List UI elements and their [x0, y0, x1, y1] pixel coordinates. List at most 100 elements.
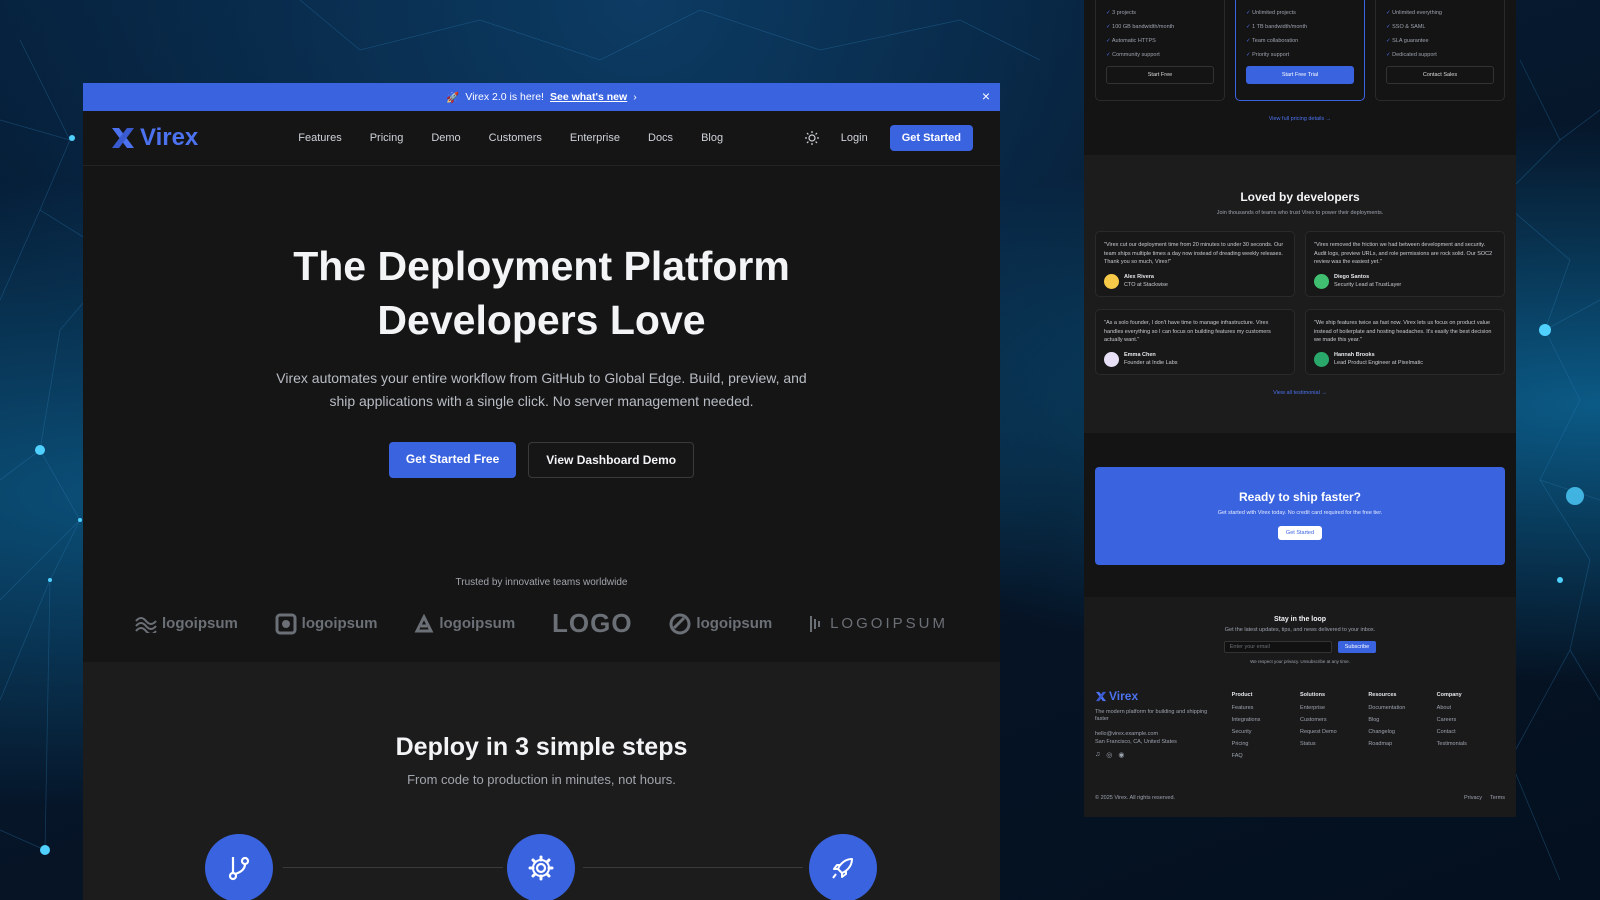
footer-link[interactable]: Integrations — [1232, 714, 1300, 726]
footer: Stay in the loop Get the latest updates,… — [1084, 597, 1516, 817]
privacy-link[interactable]: Privacy — [1464, 795, 1482, 801]
get-started-button[interactable]: Get Started — [889, 125, 973, 151]
nav-item-enterprise[interactable]: Enterprise — [570, 132, 620, 144]
landing-page-window: 🚀 Virex 2.0 is here! See what's new › × … — [83, 83, 1000, 900]
step-1-circle — [205, 834, 273, 900]
nav-item-docs[interactable]: Docs — [648, 132, 673, 144]
footer-link[interactable]: Contact — [1437, 726, 1505, 738]
sun-icon[interactable] — [804, 131, 819, 145]
footer-link[interactable]: Enterprise — [1300, 702, 1368, 714]
footer-link[interactable]: About — [1437, 702, 1505, 714]
footer-link[interactable]: Status — [1300, 738, 1368, 750]
avatar — [1314, 351, 1329, 367]
testimonial-quote: "Virex cut our deployment time from 20 m… — [1104, 242, 1284, 265]
footer-logo[interactable]: Virex — [1095, 689, 1232, 703]
nav-item-blog[interactable]: Blog — [701, 132, 723, 144]
nav-item-pricing[interactable]: Pricing — [370, 132, 404, 144]
logo[interactable]: Virex — [110, 124, 198, 152]
banner-link[interactable]: See what's new — [550, 91, 627, 103]
footer-link[interactable]: Features — [1232, 702, 1300, 714]
footer-column-title: Resources — [1368, 692, 1397, 698]
cta-get-started-button[interactable]: Get Started — [1277, 526, 1323, 540]
plan-feature: 1 TB bandwidth/month — [1246, 24, 1354, 30]
hero-buttons: Get Started Free View Dashboard Demo — [83, 442, 1000, 478]
partner-logo: logoipsum — [135, 615, 238, 633]
testimonial-card: "Virex cut our deployment time from 20 m… — [1095, 231, 1295, 297]
footer-link[interactable]: Documentation — [1368, 702, 1436, 714]
footer-link[interactable]: Testimonials — [1437, 738, 1505, 750]
cta-text: Get started with Virex today. No credit … — [1217, 510, 1383, 516]
footer-link[interactable]: Request Demo — [1300, 726, 1368, 738]
footer-columns: Virex The modern platform for building a… — [1084, 689, 1516, 762]
view-dashboard-demo-button[interactable]: View Dashboard Demo — [528, 442, 695, 478]
footer-link[interactable]: Pricing — [1232, 738, 1300, 750]
footer-link[interactable]: Careers — [1437, 714, 1505, 726]
partner-logo: LOGOIPSUM — [809, 614, 948, 634]
plan-feature: Automatic HTTPS — [1106, 38, 1214, 44]
testimonials-title: Loved by developers — [1240, 190, 1360, 204]
email-field[interactable]: Enter your email — [1223, 641, 1332, 653]
footer-link[interactable]: Security — [1232, 726, 1300, 738]
start-free-button[interactable]: Start Free — [1106, 66, 1214, 84]
login-link[interactable]: Login — [841, 132, 868, 144]
nav-item-customers[interactable]: Customers — [489, 132, 542, 144]
testimonial-role: Security Lead at TrustLayer — [1334, 282, 1402, 288]
footer-link[interactable]: Customers — [1300, 714, 1368, 726]
testimonial-quote: "As a solo founder, I don't have time to… — [1104, 320, 1271, 343]
testimonial-quote: "We ship features twice as fast now. Vir… — [1314, 320, 1492, 343]
chevron-right-icon: › — [633, 91, 637, 103]
newsletter: Stay in the loop Get the latest updates,… — [1084, 616, 1516, 664]
testimonial-role: Lead Product Engineer at Pixelmatic — [1334, 360, 1423, 366]
footer-email[interactable]: hello@virex.example.com — [1095, 731, 1232, 737]
contact-sales-button[interactable]: Contact Sales — [1386, 66, 1494, 84]
testimonial-role: CTO at Stackwise — [1124, 282, 1168, 288]
discord-icon[interactable]: ◉ — [1118, 751, 1124, 759]
footer-link[interactable]: Changelog — [1368, 726, 1436, 738]
partner-logo-text: logoipsum — [162, 615, 238, 632]
get-started-free-button[interactable]: Get Started Free — [388, 442, 517, 478]
steps-section: Deploy in 3 simple steps From code to pr… — [83, 662, 1000, 900]
footer-link[interactable]: FAQ — [1232, 750, 1300, 762]
testimonials-subtitle: Join thousands of teams who trust Virex … — [1216, 210, 1384, 216]
logo-text: Virex — [140, 124, 199, 151]
github-icon[interactable]: ◎ — [1106, 751, 1112, 759]
partner-logo: LOGO — [552, 608, 633, 638]
twitter-icon[interactable]: ♫ — [1095, 751, 1100, 759]
close-icon[interactable]: × — [982, 88, 990, 104]
banner-text: Virex 2.0 is here! — [465, 91, 544, 103]
hero-title-line2: Developers Love — [377, 297, 706, 343]
subscribe-button[interactable]: Subscribe — [1337, 641, 1377, 653]
x-logo-icon — [112, 128, 134, 148]
step-connector — [583, 867, 803, 868]
hero-desc-line2: ship applications with a single click. N… — [329, 393, 754, 409]
plan-feature: SLA guarantee — [1386, 38, 1494, 44]
plan-feature: Priority support — [1246, 52, 1354, 58]
partner-logo-text: logoipsum — [301, 615, 378, 632]
footer-link[interactable]: Blog — [1368, 714, 1436, 726]
navbar: Virex Features Pricing Demo Customers En… — [83, 111, 1000, 166]
plan-card-pro: Unlimited projects 1 TB bandwidth/month Te… — [1235, 0, 1365, 101]
footer-column-company: Company About Careers Contact Testimonials — [1437, 689, 1505, 762]
start-free-trial-button[interactable]: Start Free Trial — [1246, 66, 1354, 84]
footer-column-product: Product Features Integrations Security Prici… — [1232, 689, 1300, 762]
cta-title: Ready to ship faster? — [1238, 490, 1362, 504]
testimonial-role: Founder at Indie Labs — [1124, 360, 1178, 366]
nav-item-demo[interactable]: Demo — [431, 132, 460, 144]
step-3-circle — [809, 834, 877, 900]
testimonial-quote: "Virex removed the friction we had betwe… — [1314, 242, 1493, 265]
view-testimonials-link[interactable]: View all testimonial → — [1084, 390, 1516, 396]
bars-logo-icon — [810, 615, 821, 632]
plan-feature: 100 GB bandwidth/month — [1106, 24, 1214, 30]
partner-logo-text: logoipsum — [696, 615, 773, 632]
footer-column-solutions: Solutions Enterprise Customers Request Demo… — [1300, 689, 1368, 762]
testimonial-name: Emma Chen — [1124, 351, 1156, 358]
nav-item-features[interactable]: Features — [298, 132, 341, 144]
footer-link[interactable]: Roadmap — [1368, 738, 1436, 750]
footer-column-title: Solutions — [1300, 692, 1326, 698]
plan-feature: 3 projects — [1106, 10, 1214, 16]
footer-column-title: Company — [1436, 692, 1462, 698]
partner-logo-text: logoipsum — [439, 615, 516, 632]
view-pricing-link[interactable]: View full pricing details → — [1084, 116, 1516, 122]
terms-link[interactable]: Terms — [1490, 795, 1505, 801]
testimonials-section: Loved by developers Join thousands of te… — [1084, 155, 1516, 433]
